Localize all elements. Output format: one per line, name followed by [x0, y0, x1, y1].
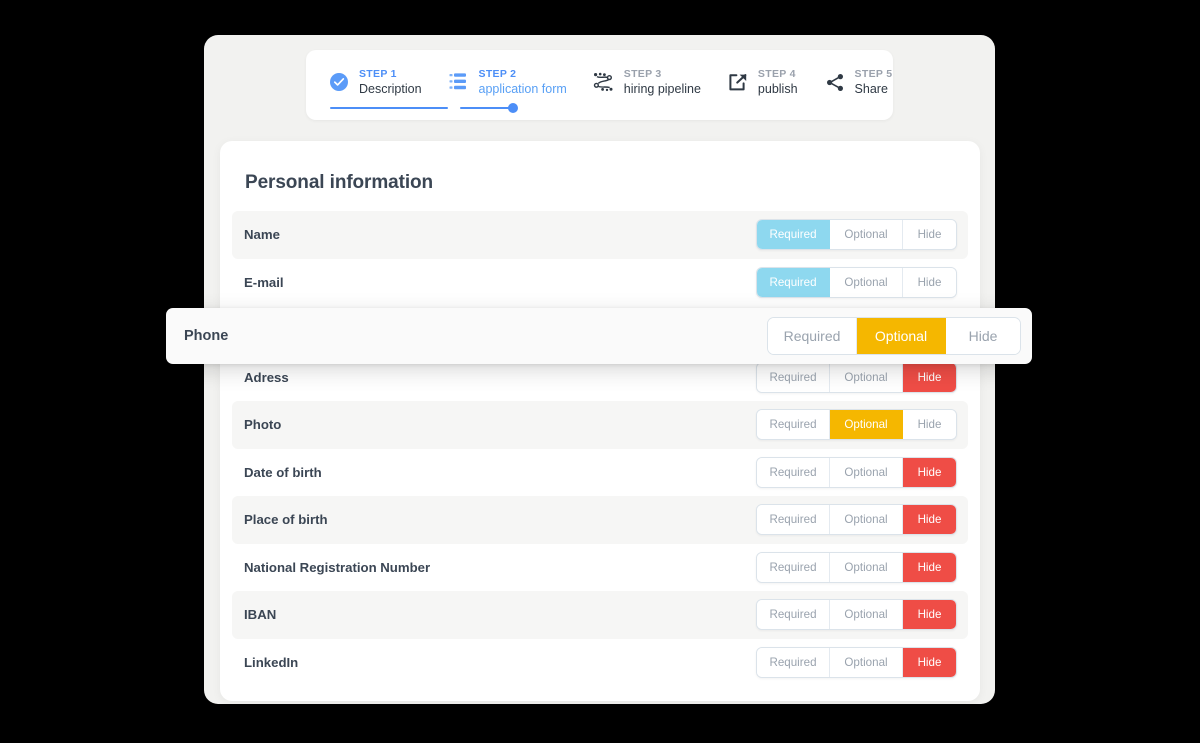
visibility-toggle-group[interactable]: Required Optional Hide	[756, 551, 957, 583]
optional-button[interactable]: Optional	[830, 552, 903, 582]
stepper-card: STEP 1 Description STEP 2 application fo…	[306, 50, 893, 120]
required-button[interactable]: Required	[757, 220, 830, 250]
step-label-1: Description	[359, 81, 422, 96]
optional-button[interactable]: Optional	[830, 410, 903, 440]
list-icon	[448, 71, 470, 93]
step-text-1: STEP 1 Description	[359, 68, 422, 96]
page-title: Personal information	[245, 172, 434, 193]
optional-button[interactable]: Optional	[830, 267, 903, 297]
required-button[interactable]: Required	[757, 647, 830, 677]
visibility-toggle-group[interactable]: Required Optional Hide	[756, 361, 957, 393]
hide-button[interactable]: Hide	[903, 600, 956, 630]
hide-button[interactable]: Hide	[903, 362, 956, 392]
step-item-4[interactable]: STEP 4 publish	[727, 68, 798, 96]
optional-button[interactable]: Optional	[830, 457, 903, 487]
progress-segment-1	[330, 107, 448, 109]
optional-button[interactable]: Optional	[830, 647, 903, 677]
table-row[interactable]: LinkedIn Required Optional Hide	[232, 639, 968, 687]
required-button[interactable]: Required	[757, 362, 830, 392]
step-kicker-1: STEP 1	[359, 67, 397, 80]
step-label-2: application form	[478, 81, 567, 96]
visibility-toggle-group[interactable]: Required Optional Hide	[756, 219, 957, 251]
hide-button[interactable]: Hide	[946, 318, 1020, 354]
step-label-4: publish	[757, 81, 798, 96]
step-text-2: STEP 2 application form	[479, 68, 567, 96]
step-kicker-4: STEP 4	[757, 67, 796, 80]
field-label: E-mail	[244, 274, 284, 290]
hide-button[interactable]: Hide	[903, 220, 956, 250]
visibility-toggle-group[interactable]: Required Optional Hide	[756, 266, 957, 298]
hide-button[interactable]: Hide	[903, 505, 956, 535]
required-button[interactable]: Required	[768, 318, 857, 354]
required-button[interactable]: Required	[757, 505, 830, 535]
step-item-3[interactable]: STEP 3 hiring pipeline	[593, 68, 701, 96]
optional-button[interactable]: Optional	[857, 318, 946, 354]
step-kicker-5: STEP 5	[854, 67, 893, 80]
field-label: Photo	[244, 417, 282, 433]
field-label: LinkedIn	[244, 654, 299, 670]
hide-button[interactable]: Hide	[903, 647, 956, 677]
step-item-2[interactable]: STEP 2 application form	[448, 68, 567, 96]
required-button[interactable]: Required	[757, 552, 830, 582]
visibility-toggle-group[interactable]: Required Optional Hide	[756, 504, 957, 536]
step-text-3: STEP 3 hiring pipeline	[624, 68, 701, 96]
step-item-5[interactable]: STEP 5 Share	[824, 68, 893, 96]
field-label: Place of birth	[244, 512, 328, 528]
stepper-progress-bar[interactable]	[330, 103, 869, 113]
step-kicker-2: STEP 2	[478, 67, 517, 80]
hide-button[interactable]: Hide	[903, 267, 956, 297]
table-row[interactable]: National Registration Number Required Op…	[232, 544, 968, 592]
required-button[interactable]: Required	[757, 410, 830, 440]
field-label: Date of birth	[244, 464, 322, 480]
field-label: IBAN	[244, 607, 277, 623]
field-list: Name Required Optional Hide E-mail Requi…	[220, 211, 980, 686]
pipeline-icon	[593, 71, 615, 93]
visibility-toggle-group[interactable]: Required Optional Hide	[756, 599, 957, 631]
optional-button[interactable]: Optional	[830, 505, 903, 535]
step-label-5: Share	[854, 81, 888, 96]
hide-button[interactable]: Hide	[903, 552, 956, 582]
visibility-toggle-group[interactable]: Required Optional Hide	[756, 409, 957, 441]
table-row[interactable]: IBAN Required Optional Hide	[232, 591, 968, 639]
field-label: National Registration Number	[244, 559, 431, 575]
field-label: Adress	[244, 369, 289, 385]
optional-button[interactable]: Optional	[830, 220, 903, 250]
publish-icon	[727, 71, 749, 93]
optional-button[interactable]: Optional	[830, 362, 903, 392]
visibility-toggle-group[interactable]: Required Optional Hide	[756, 456, 957, 488]
optional-button[interactable]: Optional	[830, 600, 903, 630]
table-row[interactable]: Name Required Optional Hide	[232, 211, 968, 259]
personal-information-panel: Personal information Name Required Optio…	[220, 141, 980, 701]
share-nodes-icon	[824, 71, 846, 93]
visibility-toggle-group[interactable]: Required Optional Hide	[767, 317, 1021, 355]
required-button[interactable]: Required	[757, 457, 830, 487]
step-kicker-3: STEP 3	[623, 67, 662, 80]
check-circle-icon	[328, 71, 350, 93]
table-row[interactable]: E-mail Required Optional Hide	[232, 259, 968, 307]
required-button[interactable]: Required	[757, 600, 830, 630]
step-label-3: hiring pipeline	[623, 81, 701, 96]
table-row[interactable]: Photo Required Optional Hide	[232, 401, 968, 449]
hide-button[interactable]: Hide	[903, 410, 956, 440]
required-button[interactable]: Required	[757, 267, 830, 297]
table-row[interactable]: Place of birth Required Optional Hide	[232, 496, 968, 544]
visibility-toggle-group[interactable]: Required Optional Hide	[756, 646, 957, 678]
field-label: Name	[244, 227, 280, 243]
step-text-4: STEP 4 publish	[758, 68, 798, 96]
hide-button[interactable]: Hide	[903, 457, 956, 487]
step-text-5: STEP 5 Share	[855, 68, 893, 96]
highlighted-field-row-phone[interactable]: Phone Required Optional Hide	[166, 308, 1032, 364]
table-row[interactable]: Date of birth Required Optional Hide	[232, 449, 968, 497]
step-item-1[interactable]: STEP 1 Description	[328, 68, 422, 96]
field-label: Phone	[184, 328, 229, 344]
progress-handle[interactable]	[508, 103, 518, 113]
